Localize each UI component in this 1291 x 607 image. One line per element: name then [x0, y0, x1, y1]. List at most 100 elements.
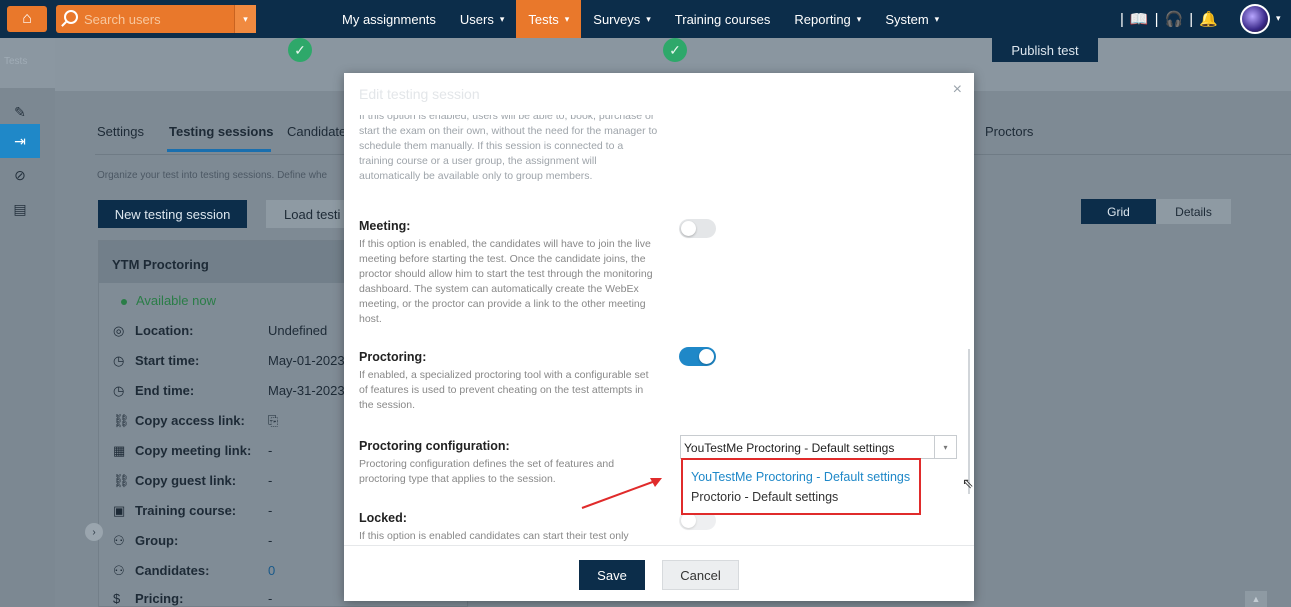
proctoring-config-title: Proctoring configuration:	[359, 439, 510, 453]
new-testing-session-button[interactable]: New testing session	[98, 200, 247, 228]
home-icon[interactable]: ⌂	[7, 6, 47, 32]
row-label: Copy guest link:	[135, 473, 237, 488]
active-tab-underline	[167, 149, 271, 152]
book-icon[interactable]: 📖	[1130, 10, 1149, 28]
save-button[interactable]: Save	[579, 560, 645, 590]
select-value: YouTestMe Proctoring - Default settings	[684, 441, 895, 455]
proctoring-section: Proctoring: If enabled, a specialized pr…	[359, 350, 659, 413]
nav-system[interactable]: System ▾	[873, 0, 951, 38]
nav-my-assignments[interactable]: My assignments	[330, 0, 448, 38]
nav-label: Users	[459, 11, 494, 27]
row-label: Copy meeting link:	[135, 443, 252, 458]
edit-testing-session-dialog: Edit testing session × If this option is…	[344, 73, 974, 601]
row-value: May-31-2023 0	[268, 383, 356, 398]
tab-proctors[interactable]: Proctors	[985, 124, 1033, 139]
proctoring-title: Proctoring:	[359, 350, 427, 364]
row-value: May-01-2023 1	[268, 353, 356, 368]
link-icon: ⛓	[113, 413, 130, 428]
dialog-scrollbar[interactable]	[968, 349, 970, 494]
avatar[interactable]	[1240, 4, 1270, 34]
pricing-icon: $	[113, 591, 121, 606]
nav-label: Training courses	[674, 11, 771, 27]
row-label: Group:	[135, 533, 179, 548]
tab-testing-sessions[interactable]: Testing sessions	[169, 124, 274, 139]
page-description: Organize your test into testing sessions…	[97, 170, 328, 181]
row-value[interactable]: 0	[268, 563, 275, 578]
caret-down-icon: ▾	[564, 13, 570, 24]
chevron-down-icon[interactable]: ▾	[934, 436, 956, 458]
dialog-footer: Save Cancel	[344, 545, 974, 601]
status-badge: Available now	[121, 293, 216, 308]
clock-icon: ◷	[113, 383, 125, 398]
nav-users[interactable]: Users ▾	[448, 0, 516, 38]
self-service-description: If this option is enabled, users will be…	[359, 115, 658, 182]
nav-tests[interactable]: Tests ▾	[516, 0, 582, 38]
row-value: -	[268, 533, 273, 548]
proctoring-config-options: YouTestMe Proctoring - Default settings …	[681, 458, 921, 515]
clock-icon: ◷	[113, 353, 125, 368]
row-label: Copy access link:	[135, 413, 245, 428]
meeting-title: Meeting:	[359, 219, 411, 233]
row-label: End time:	[135, 383, 195, 398]
top-right-tools: | 📖 | 🎧 | 🔔	[1120, 0, 1218, 38]
load-testing-session-button[interactable]: Load testi	[266, 200, 346, 228]
nav-reporting[interactable]: Reporting ▾	[782, 0, 873, 38]
proctoring-config-select[interactable]: YouTestMe Proctoring - Default settings …	[680, 435, 957, 459]
locked-section: Locked: If this option is enabled candid…	[359, 511, 659, 544]
proctoring-description: If enabled, a specialized proctoring too…	[359, 369, 649, 411]
check-icon: ✓	[663, 38, 687, 62]
candidates-icon: ⚇	[113, 563, 125, 578]
row-value: -	[268, 473, 273, 488]
nav-label: System	[885, 11, 929, 27]
publish-test-button[interactable]: Publish test	[992, 38, 1098, 62]
top-navigation-bar: ⌂ Search users ▾ My assignments Users ▾ T…	[0, 0, 1291, 38]
rail-title: Tests	[0, 38, 55, 88]
caret-down-icon: ▾	[934, 13, 940, 24]
row-label: Start time:	[135, 353, 200, 368]
dialog-title: Edit testing session	[359, 86, 480, 102]
nav-surveys[interactable]: Surveys ▾	[581, 0, 663, 38]
check-icon: ✓	[288, 38, 312, 62]
tab-candidates[interactable]: Candidate	[287, 124, 346, 139]
tab-settings[interactable]: Settings	[97, 124, 144, 139]
meeting-description: If this option is enabled, the candidate…	[359, 238, 653, 325]
divider: |	[1154, 10, 1159, 28]
copy-icon[interactable]: ⎘	[268, 413, 278, 429]
report-icon[interactable]: ▤	[0, 192, 40, 226]
sessions-icon[interactable]: ⇥	[0, 124, 40, 158]
divider: |	[1120, 10, 1124, 28]
meeting-toggle[interactable]	[679, 219, 716, 238]
meeting-icon: ▦	[113, 443, 126, 458]
caret-down-icon: ▾	[499, 13, 505, 24]
close-icon[interactable]: ×	[953, 81, 962, 99]
expand-icon[interactable]: ›	[85, 523, 103, 541]
row-value: -	[268, 503, 273, 518]
location-icon: ◎	[113, 323, 125, 338]
search-icon	[64, 10, 78, 24]
cancel-button[interactable]: Cancel	[662, 560, 739, 590]
search-input[interactable]: Search users	[84, 12, 161, 27]
headset-icon[interactable]: 🎧	[1165, 10, 1184, 28]
bell-icon[interactable]: 🔔	[1199, 10, 1218, 28]
proctoring-toggle[interactable]	[679, 347, 716, 366]
scroll-to-top-icon[interactable]: ▲	[1245, 591, 1267, 607]
main-nav: My assignments Users ▾ Tests ▾ Surveys ▾ Tr…	[330, 0, 951, 38]
left-rail: Tests ✎ ⇥ ⊘ ▤	[0, 38, 55, 607]
nav-label: Tests	[528, 11, 559, 27]
user-search-box[interactable]: Search users ▾	[56, 5, 256, 33]
avatar-caret-icon[interactable]: ▾	[1276, 13, 1281, 24]
review-icon[interactable]: ⊘	[0, 158, 40, 192]
nav-training-courses[interactable]: Training courses	[663, 0, 783, 38]
option-youtestme-default[interactable]: YouTestMe Proctoring - Default settings	[691, 467, 919, 487]
proctoring-config-section: Proctoring configuration: Proctoring con…	[359, 439, 659, 487]
search-dropdown-icon[interactable]: ▾	[234, 5, 256, 33]
locked-description: If this option is enabled candidates can…	[359, 530, 629, 542]
caret-down-icon: ▾	[646, 13, 651, 24]
link-icon: ⛓	[113, 473, 130, 488]
option-proctorio-default[interactable]: Proctorio - Default settings	[691, 487, 919, 507]
details-view-button[interactable]: Details	[1156, 199, 1231, 224]
caret-down-icon: ▾	[856, 13, 862, 24]
grid-view-button[interactable]: Grid	[1081, 199, 1156, 224]
locked-title: Locked:	[359, 511, 407, 525]
proctoring-config-description: Proctoring configuration defines the set…	[359, 458, 615, 485]
